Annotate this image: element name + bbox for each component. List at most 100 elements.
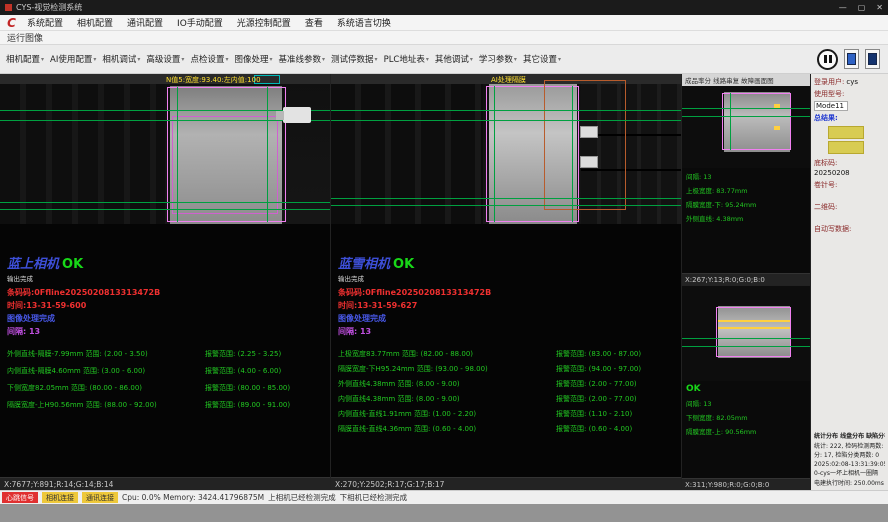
result-indicator-1 bbox=[828, 126, 864, 139]
upper-camera-viewport[interactable]: N值5:宽度:93.40:左内值:100 bbox=[0, 74, 330, 224]
qr-code-label: 二维码: bbox=[814, 202, 885, 212]
menu-item-light-control-config[interactable]: 光源控制配置 bbox=[230, 15, 298, 30]
menu-item-camera-config[interactable]: 相机配置 bbox=[70, 15, 120, 30]
process-status-line: 图像处理完成 bbox=[7, 313, 323, 324]
measurement-row: 上极宽度83.77mm 范围: (82.00 - 88.00)报警范围: (83… bbox=[338, 349, 674, 359]
statistics-line: 分: 17, 检陷分类两数: 0 bbox=[814, 451, 885, 460]
measure-line-green bbox=[682, 346, 810, 347]
tool-camera-debug[interactable]: 相机调试▾ bbox=[99, 50, 143, 68]
measurement-name: 上极宽度83.77mm 范围: (82.00 - 88.00) bbox=[338, 349, 556, 359]
close-button[interactable]: ✕ bbox=[876, 3, 883, 12]
menu-item-view[interactable]: 查看 bbox=[298, 15, 330, 30]
titlebar: CYS-视觉检测系统 — ▢ ✕ bbox=[0, 0, 888, 15]
preview-top-viewport[interactable] bbox=[682, 86, 810, 168]
statusbar: 心跳信号 相机连接 通讯连接 Cpu: 0.0% Memory: 3424.41… bbox=[0, 490, 888, 504]
preview-bottom-viewport[interactable] bbox=[682, 286, 810, 381]
chevron-down-icon: ▾ bbox=[41, 56, 44, 63]
menu-item-io-manual-config[interactable]: IO手动配置 bbox=[170, 15, 230, 30]
tool-learning-params[interactable]: 学习参数▾ bbox=[476, 50, 520, 68]
camera-screen-icon bbox=[868, 53, 877, 65]
preview-panel-top: 间隔: 13 上极宽度: 83.77mm 隔膜宽度-下: 95.24mm 外侧直… bbox=[682, 86, 810, 286]
measurement-name: 内侧直线4.38mm 范围: (8.00 - 9.00) bbox=[338, 394, 556, 404]
total-result-label: 总结果: bbox=[814, 113, 838, 123]
upper-camera-button[interactable] bbox=[844, 49, 859, 69]
maximize-button[interactable]: ▢ bbox=[858, 3, 866, 12]
tool-other-settings[interactable]: 其它设置▾ bbox=[520, 50, 564, 68]
upper-result-text: 蓝上相机 OK 输出完成 条码码:0Ffline2025020813313472… bbox=[0, 224, 330, 477]
tool-plc-address-table[interactable]: PLC地址表▾ bbox=[381, 50, 432, 68]
minimize-button[interactable]: — bbox=[839, 3, 847, 12]
output-note: 输出完成 bbox=[7, 273, 323, 283]
pixel-coordinates-bar: X:267;Y:13;R:0;G:0;B:0 bbox=[682, 273, 810, 285]
interval-line: 间隔: 13 bbox=[338, 326, 674, 337]
model-value-field[interactable]: Mode11 bbox=[814, 101, 848, 111]
alarm-range: 报警范围: (1.10 - 2.10) bbox=[556, 409, 674, 419]
lower-camera-panel: AI处理隔膜 蓝雪相机 OK 输出完成 条码码:0Ffline202502081… bbox=[331, 74, 682, 490]
tool-baseline-params[interactable]: 基准线参数▾ bbox=[276, 50, 329, 68]
process-status-line: 图像处理完成 bbox=[338, 313, 674, 324]
login-user-label: 登录用户: bbox=[814, 77, 844, 87]
roi-box-magenta bbox=[722, 93, 791, 150]
roi-box-magenta-inner bbox=[172, 116, 278, 214]
lower-camera-done-status: 下相机已经检测完成 bbox=[340, 492, 408, 503]
connector-part bbox=[283, 107, 311, 123]
tool-label: AI使用配置 bbox=[50, 53, 92, 65]
measure-line-green bbox=[331, 110, 681, 111]
camera-screen-icon bbox=[847, 53, 856, 65]
pixel-coordinates-bar: X:270;Y:2502;R:17;G:17;B:17 bbox=[331, 477, 681, 490]
main-content: N值5:宽度:93.40:左内值:100 蓝上相机 OK 输出完成 条码码:0F… bbox=[0, 74, 888, 490]
menubar: C 系统配置 相机配置 通讯配置 IO手动配置 光源控制配置 查看 系统语言切换 bbox=[0, 15, 888, 31]
tool-advanced-settings[interactable]: 高级设置▾ bbox=[143, 50, 187, 68]
heartbeat-indicator: 心跳信号 bbox=[2, 492, 38, 503]
measure-line-green bbox=[682, 116, 810, 117]
chevron-down-icon: ▾ bbox=[137, 56, 140, 63]
statistics-header: 统计分布 线盘分布 缺陷分布 bbox=[814, 432, 885, 441]
menu-item-comm-config[interactable]: 通讯配置 bbox=[120, 15, 170, 30]
tool-camera-config[interactable]: 相机配置▾ bbox=[3, 50, 47, 68]
lower-camera-viewport[interactable]: AI处理隔膜 bbox=[331, 74, 681, 224]
pause-button[interactable] bbox=[817, 49, 838, 70]
tool-image-processing[interactable]: 图像处理▾ bbox=[231, 50, 275, 68]
image-top-band bbox=[0, 74, 330, 84]
lower-camera-button[interactable] bbox=[865, 49, 880, 69]
run-image-tab-label: 运行图像 bbox=[7, 31, 43, 44]
statistics-line: 0-cys一坏上相机一圈隔 bbox=[814, 469, 885, 478]
yellow-marker bbox=[774, 126, 780, 130]
measure-line-green bbox=[682, 108, 810, 109]
tool-label: 基准线参数 bbox=[279, 53, 322, 65]
measurement-name: 隔膜直线-直线4.36mm 范围: (0.60 - 4.00) bbox=[338, 424, 556, 434]
alarm-range: 报警范围: (94.00 - 97.00) bbox=[556, 364, 674, 374]
tool-test-data[interactable]: 测试停数据▾ bbox=[328, 50, 381, 68]
time-line: 时间:13-31-59-600 bbox=[7, 300, 323, 311]
chevron-down-icon: ▾ bbox=[426, 56, 429, 63]
tool-label: PLC地址表 bbox=[384, 53, 425, 65]
menu-item-system-config[interactable]: 系统配置 bbox=[20, 15, 70, 30]
run-image-tab[interactable]: 运行图像 bbox=[0, 31, 888, 45]
tool-other-debug[interactable]: 其他调试▾ bbox=[432, 50, 476, 68]
window-bottom-fill bbox=[0, 504, 888, 522]
yellow-highlight-line bbox=[718, 327, 790, 329]
measurement-name: 外侧直线-隔膜-7.99mm 范围: (2.00 - 3.50) bbox=[7, 349, 205, 359]
measurement-name: 下侧宽度82.05mm 范围: (80.00 - 86.00) bbox=[7, 383, 205, 393]
tool-spot-check[interactable]: 点检设置▾ bbox=[187, 50, 231, 68]
statistics-line: 2025:02:08-13:31:39:05, 0 bbox=[814, 460, 885, 469]
connector-nub bbox=[276, 111, 284, 120]
auto-write-label: 自动写数据: bbox=[814, 224, 885, 234]
chevron-down-icon: ▾ bbox=[225, 56, 228, 63]
measure-line-green bbox=[0, 202, 330, 203]
camera-name: 蓝雪相机 bbox=[338, 253, 390, 272]
preview-column: 成品率分 线路串复 故障画面图 间隔: 13 上极宽度: 83.77mm 隔膜宽… bbox=[682, 74, 811, 490]
upper-camera-done-status: 上相机已经检测完成 bbox=[268, 492, 336, 503]
preview-line: 间隔: 13 bbox=[686, 398, 806, 408]
status-badge: OK bbox=[393, 257, 414, 272]
output-note: 输出完成 bbox=[338, 273, 674, 283]
reflective-chip bbox=[580, 126, 598, 138]
alarm-range: 报警范围: (80.00 - 85.00) bbox=[205, 383, 323, 393]
chevron-down-icon: ▾ bbox=[93, 56, 96, 63]
tool-ai-use-config[interactable]: AI使用配置▾ bbox=[47, 50, 99, 68]
tool-label: 学习参数 bbox=[479, 53, 513, 65]
measurement-row: 外侧直线4.38mm 范围: (8.00 - 9.00)报警范围: (2.00 … bbox=[338, 379, 674, 389]
camera-name: 蓝上相机 bbox=[7, 253, 59, 272]
menu-item-language-switch[interactable]: 系统语言切换 bbox=[330, 15, 398, 30]
yellow-highlight-line bbox=[718, 320, 790, 322]
